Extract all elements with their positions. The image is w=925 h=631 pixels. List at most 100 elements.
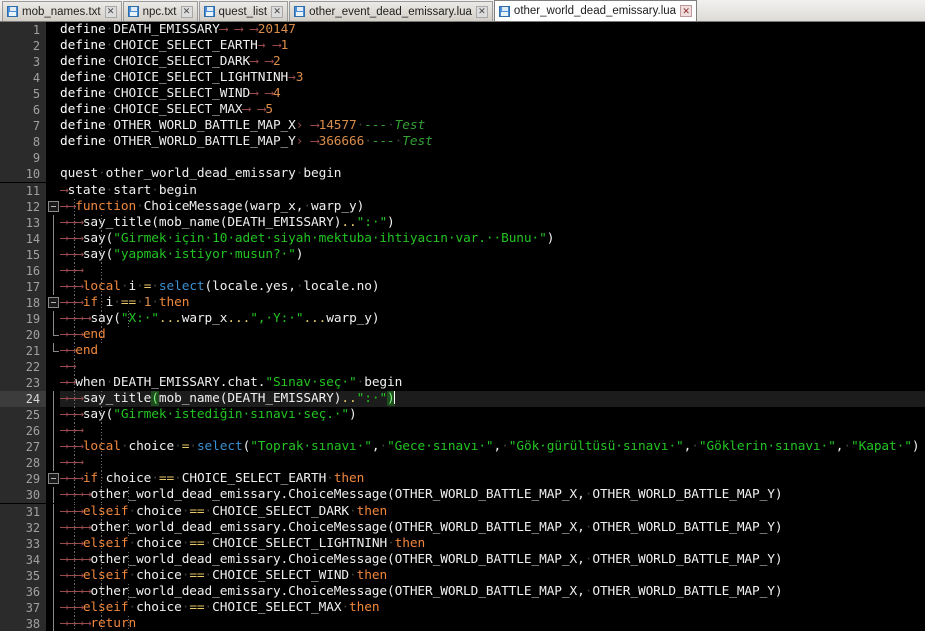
code-line[interactable]: 21 ⟶⟶end	[0, 343, 925, 360]
fold-margin[interactable]	[46, 278, 60, 295]
code-text[interactable]: define·DEATH_EMISSARY⟶ ⟶ ⟶20147	[60, 22, 296, 38]
code-line[interactable]: 18⟶⟶⟶if·i·==·1·then	[0, 294, 925, 311]
code-text[interactable]: ⟶⟶⟶⟶other_world_dead_emissary.ChoiceMess…	[60, 487, 783, 503]
fold-margin[interactable]	[46, 230, 60, 247]
close-icon[interactable]: ✕	[180, 5, 193, 18]
tab-mob-names-txt[interactable]: mob_names.txt ✕	[2, 1, 122, 21]
fold-margin[interactable]	[46, 70, 60, 87]
code-text[interactable]: ⟶⟶⟶if·i·==·1·then	[60, 295, 189, 311]
code-text[interactable]: ⟶⟶⟶⟶other_world_dead_emissary.ChoiceMess…	[60, 552, 783, 568]
fold-margin[interactable]	[46, 343, 60, 360]
fold-margin[interactable]	[46, 439, 60, 456]
fold-margin[interactable]	[46, 150, 60, 167]
code-text[interactable]: define·CHOICE_SELECT_EARTH→ ⟶1	[60, 38, 288, 54]
code-text[interactable]: define·OTHER_WORLD_BATTLE_MAP_X› ⟶14577·…	[60, 118, 425, 134]
fold-margin[interactable]	[46, 86, 60, 103]
code-line[interactable]: 19⟶⟶⟶⟶say("X:·"...warp_x...",·Y:·"...war…	[0, 310, 925, 327]
tab-quest-list[interactable]: quest_list ✕	[198, 1, 289, 21]
code-line[interactable]: 6 define·CHOICE_SELECT_MAX⟶ ⟶5	[0, 102, 925, 119]
code-line[interactable]: 32 ⟶⟶⟶⟶other_world_dead_emissary.ChoiceMe…	[0, 519, 925, 536]
code-line[interactable]: 22 ⟶⟶	[0, 359, 925, 376]
code-text[interactable]: ⟶⟶	[60, 359, 75, 375]
code-text[interactable]: ⟶⟶⟶elseif·choice·==·CHOICE_SELECT_WIND·t…	[60, 568, 387, 584]
fold-margin[interactable]	[46, 198, 60, 215]
code-text[interactable]: ⟶⟶⟶	[60, 455, 83, 471]
fold-margin[interactable]	[46, 503, 60, 520]
fold-collapse-icon[interactable]	[48, 296, 59, 308]
code-text[interactable]: ⟶⟶⟶if·choice·==·CHOICE_SELECT_EARTH·then	[60, 471, 364, 487]
fold-margin[interactable]	[46, 583, 60, 600]
fold-margin[interactable]	[46, 182, 60, 199]
code-text[interactable]: ⟶⟶⟶local·choice·=·select("Toprak·sınavı·…	[60, 439, 920, 455]
code-line[interactable]: 28 ⟶⟶⟶	[0, 455, 925, 472]
code-line[interactable]: 29⟶⟶⟶if·choice·==·CHOICE_SELECT_EARTH·th…	[0, 471, 925, 488]
code-line[interactable]: 10 quest·other_world_dead_emissary·begin	[0, 166, 925, 183]
code-text[interactable]: ⟶⟶⟶	[60, 423, 83, 439]
code-line[interactable]: 17⟶⟶⟶local·i·=·select(locale.yes,·locale…	[0, 278, 925, 295]
code-line[interactable]: 1 define·DEATH_EMISSARY⟶ ⟶ ⟶20147	[0, 22, 925, 39]
code-line[interactable]: 3 define·CHOICE_SELECT_DARK⟶ ⟶2	[0, 54, 925, 71]
fold-margin[interactable]	[46, 423, 60, 440]
fold-margin[interactable]	[46, 487, 60, 504]
code-line[interactable]: 38 ⟶⟶⟶⟶return	[0, 615, 925, 631]
fold-margin[interactable]	[46, 471, 60, 488]
code-text[interactable]: ⟶⟶⟶⟶other_world_dead_emissary.ChoiceMess…	[60, 520, 783, 536]
code-line[interactable]: 11 ⟶state·start·begin	[0, 182, 925, 199]
code-line[interactable]: 15 ⟶⟶⟶say("yapmak·istiyor·musun?·")	[0, 246, 925, 263]
code-text[interactable]: ⟶⟶end	[60, 343, 98, 359]
code-text[interactable]: ⟶state·start·begin	[60, 183, 197, 199]
fold-collapse-icon[interactable]	[48, 200, 59, 212]
fold-margin[interactable]	[46, 54, 60, 71]
close-icon[interactable]: ✕	[680, 5, 693, 17]
code-line[interactable]: 26 ⟶⟶⟶	[0, 423, 925, 440]
fold-margin[interactable]	[46, 310, 60, 327]
fold-margin[interactable]	[46, 214, 60, 231]
code-line[interactable]: 7 define · OTHER_WORLD_BATTLE_MAP_X› ⟶14577…	[0, 118, 925, 135]
code-line[interactable]: 4 define·CHOICE_SELECT_LIGHTNINH→3	[0, 70, 925, 87]
close-icon[interactable]: ✕	[475, 5, 488, 18]
tab-npc-txt[interactable]: npc.txt ✕	[122, 1, 198, 21]
fold-margin[interactable]	[46, 22, 60, 39]
fold-margin[interactable]	[46, 455, 60, 472]
fold-collapse-icon[interactable]	[48, 473, 59, 485]
code-text[interactable]: ⟶⟶⟶elseif·choice·==·CHOICE_SELECT_MAX·th…	[60, 600, 380, 616]
code-line[interactable]: 9	[0, 150, 925, 167]
close-icon[interactable]: ✕	[104, 5, 117, 18]
code-line[interactable]: 35 ⟶⟶⟶elseif·choice·==·CHOICE_SELECT_WIND…	[0, 567, 925, 584]
code-text[interactable]: quest·other_world_dead_emissary·begin	[60, 166, 342, 182]
fold-margin[interactable]	[46, 38, 60, 55]
code-text[interactable]: define · OTHER_WORLD_BATTLE_MAP_Y› ⟶366666…	[60, 134, 433, 150]
code-line[interactable]: 24 ⟶⟶⟶say_title(mob_name(DEATH_EMISSARY).…	[0, 391, 925, 408]
fold-margin[interactable]	[46, 359, 60, 376]
code-text[interactable]: define·CHOICE_SELECT_LIGHTNINH→3	[60, 70, 303, 86]
code-text[interactable]: define·CHOICE_SELECT_WIND⟶ ⟶4	[60, 86, 281, 102]
code-line[interactable]: 8 define · OTHER_WORLD_BATTLE_MAP_Y› ⟶36666…	[0, 134, 925, 151]
fold-margin[interactable]	[46, 407, 60, 424]
fold-margin[interactable]	[46, 615, 60, 631]
code-text[interactable]: define·CHOICE_SELECT_MAX⟶ ⟶5	[60, 102, 273, 118]
code-line[interactable]: 37 ⟶⟶⟶elseif·choice·==·CHOICE_SELECT_MAX·…	[0, 599, 925, 616]
fold-margin[interactable]	[46, 551, 60, 568]
fold-margin[interactable]	[46, 246, 60, 263]
code-line[interactable]: 30 ⟶⟶⟶⟶other_world_dead_emissary.ChoiceMe…	[0, 487, 925, 504]
fold-margin[interactable]	[46, 535, 60, 552]
code-line[interactable]: 33 ⟶⟶⟶elseif·choice·==·CHOICE_SELECT_LIGH…	[0, 535, 925, 552]
code-line[interactable]: 34 ⟶⟶⟶⟶other_world_dead_emissary.ChoiceMe…	[0, 551, 925, 568]
code-line[interactable]: 20 ⟶⟶⟶end	[0, 326, 925, 343]
code-text[interactable]: ⟶⟶when·DEATH_EMISSARY.chat."Sınav·seç·"·…	[60, 375, 402, 391]
code-text[interactable]: ⟶⟶⟶⟶return	[60, 616, 136, 631]
tab-other-event-dead-emissary-lua[interactable]: other_event_dead_emissary.lua ✕	[289, 1, 493, 21]
fold-margin[interactable]	[46, 391, 60, 408]
code-line[interactable]: 36 ⟶⟶⟶⟶other_world_dead_emissary.ChoiceMe…	[0, 583, 925, 600]
fold-margin[interactable]	[46, 102, 60, 119]
tab-other-world-dead-emissary-lua[interactable]: other_world_dead_emissary.lua ✕	[493, 0, 698, 21]
code-text[interactable]: ⟶⟶⟶elseif·choice·==·CHOICE_SELECT_LIGHTN…	[60, 536, 425, 552]
code-text[interactable]: ⟶⟶⟶say("Girmek·için·10·adet·siyah·mektub…	[60, 231, 554, 247]
code-line[interactable]: 23 ⟶⟶when·DEATH_EMISSARY.chat."Sınav·seç·…	[0, 375, 925, 392]
fold-margin[interactable]	[46, 294, 60, 311]
code-text[interactable]: define·CHOICE_SELECT_DARK⟶ ⟶2	[60, 54, 281, 70]
code-text[interactable]: ⟶⟶⟶say_title(mob_name(DEATH_EMISSARY).."…	[60, 215, 395, 231]
code-text[interactable]: ⟶⟶⟶local·i·=·select(locale.yes,·locale.n…	[60, 279, 380, 295]
fold-margin[interactable]	[46, 599, 60, 616]
fold-margin[interactable]	[46, 134, 60, 151]
